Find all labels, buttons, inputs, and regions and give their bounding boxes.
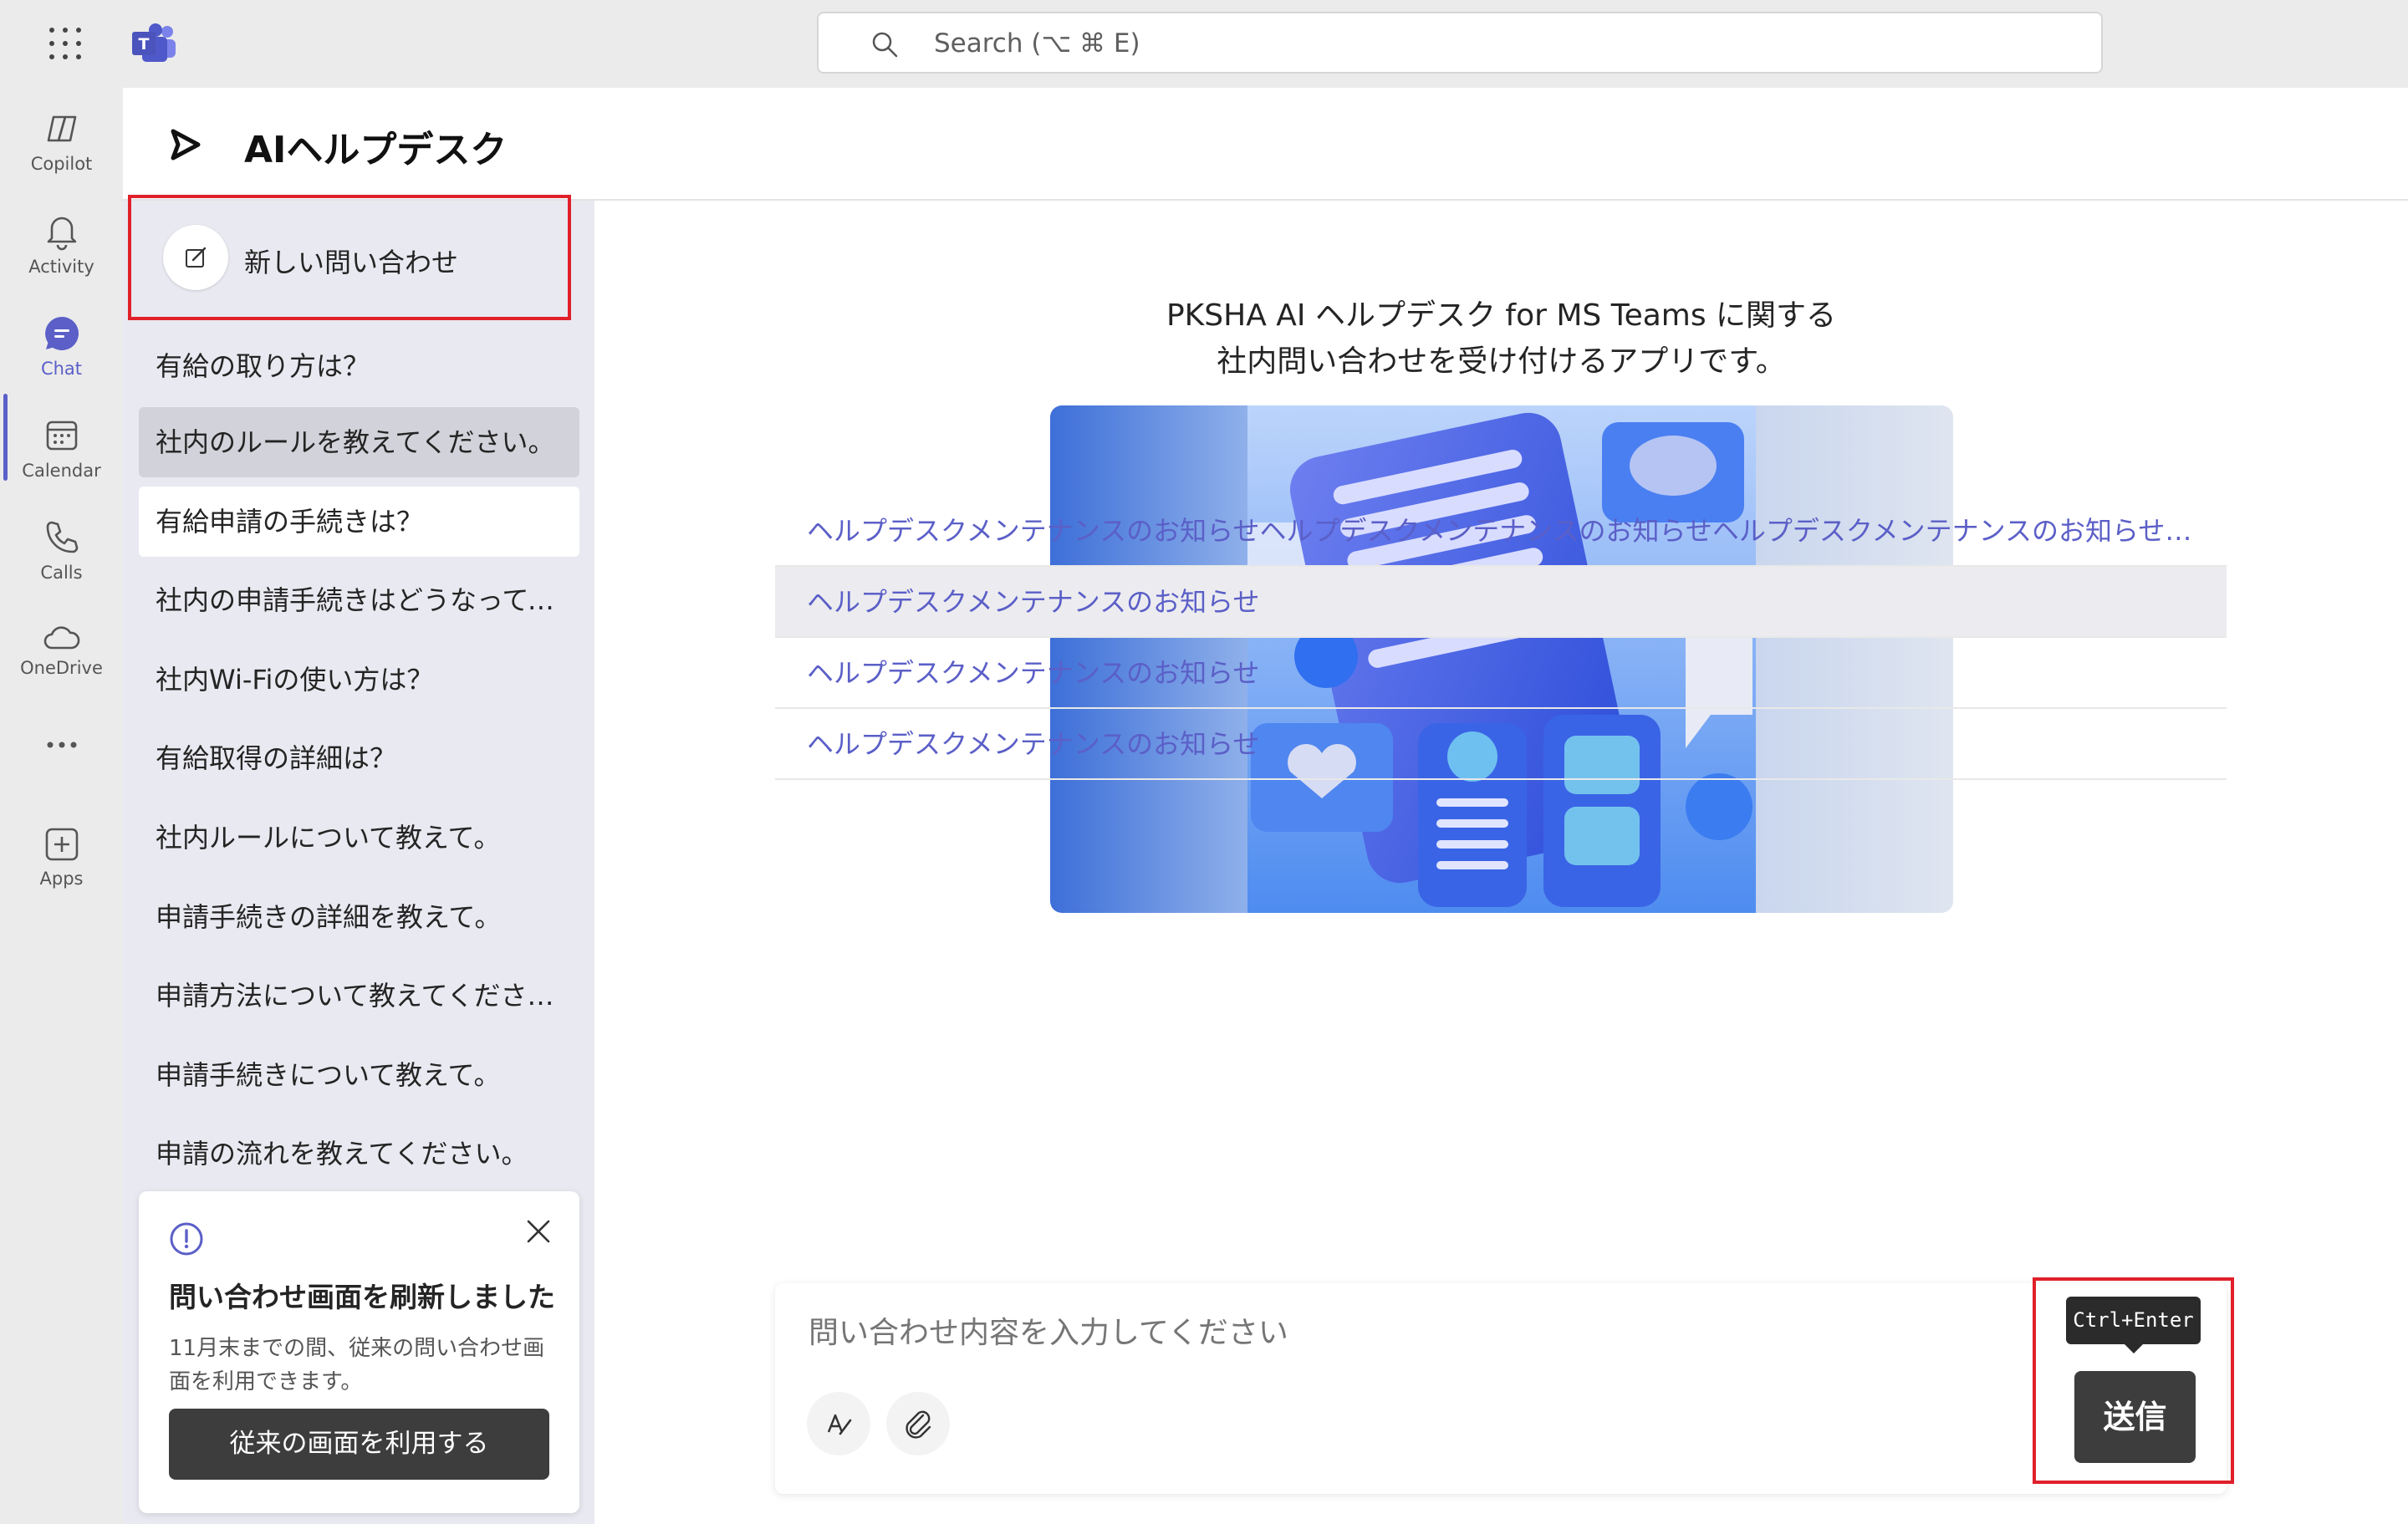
history-item-selected[interactable]: 社内のルールを教えてください。: [139, 407, 579, 477]
rail-item-calls[interactable]: Calls: [0, 517, 123, 609]
notice-body: 11月末までの間、従来の問い合わせ画面を利用できます。: [169, 1336, 545, 1394]
cloud-icon: [43, 626, 79, 650]
history-item[interactable]: 申請方法について教えてください。: [139, 961, 579, 1031]
send-button[interactable]: 送信: [2074, 1371, 2196, 1463]
close-icon[interactable]: [523, 1216, 554, 1246]
rail-item-activity[interactable]: Activity: [0, 210, 123, 302]
rail-label: Calendar: [22, 461, 101, 481]
format-text-icon: [827, 1414, 852, 1435]
announcement-link[interactable]: ヘルプデスクメンテナンスのお知らせ: [775, 567, 2227, 638]
app-header: AIヘルプデスク: [123, 88, 2408, 201]
use-legacy-screen-button[interactable]: 従来の画面を利用する: [169, 1409, 549, 1480]
history-item[interactable]: 社内Wi-Fiの使い方は？: [139, 645, 579, 715]
history-item[interactable]: 申請の流れを教えてください。: [139, 1119, 579, 1189]
copilot-icon: [47, 115, 76, 142]
search-input[interactable]: Search (⌥ ⌘ E): [934, 28, 1140, 59]
message-composer: [775, 1283, 2227, 1494]
notice-title: 問い合わせ画面を刷新しました: [169, 1281, 555, 1313]
format-button[interactable]: [807, 1392, 870, 1455]
history-item[interactable]: 有給申請の手続きは？: [139, 487, 579, 557]
play-logo-icon: [171, 129, 201, 161]
inquiry-input[interactable]: [807, 1315, 1981, 1351]
bell-icon: [47, 217, 76, 251]
tooltip-arrow: [2124, 1343, 2144, 1353]
teams-logo-icon: T: [132, 23, 176, 62]
more-icon: [47, 742, 76, 748]
rail-label: Activity: [28, 257, 94, 277]
attach-button[interactable]: [886, 1392, 950, 1455]
info-icon: [170, 1222, 203, 1256]
main-panel: PKSHA AI ヘルプデスク for MS Teams に関する 社内問い合わ…: [594, 201, 2408, 1524]
search-icon: [872, 32, 898, 58]
top-bar: T Search (⌥ ⌘ E): [0, 0, 2408, 88]
app-title: AIヘルプデスク: [244, 129, 508, 171]
rail-item-calendar[interactable]: Calendar: [0, 415, 123, 507]
add-app-icon: [45, 828, 78, 861]
announcement-link[interactable]: ヘルプデスクメンテナンスのお知らせヘルプデスクメンテナンスのお知らせヘルプデスク…: [775, 496, 2227, 567]
history-item[interactable]: 有給取得の詳細は？: [139, 723, 579, 793]
rail-label: OneDrive: [20, 658, 103, 678]
rail-item-more[interactable]: [0, 740, 123, 773]
history-item[interactable]: 申請手続きの詳細を教えて。: [139, 882, 579, 952]
search-bar[interactable]: Search (⌥ ⌘ E): [817, 12, 2103, 74]
intro-text: PKSHA AI ヘルプデスク for MS Teams に関する 社内問い合わ…: [594, 293, 2408, 385]
inquiry-history-sidebar: 新しい問い合わせ 有給の取り方は？ 社内のルールを教えてください。 有給申請の手…: [123, 195, 594, 1524]
rail-item-chat[interactable]: Chat: [0, 313, 123, 405]
shortcut-tooltip: Ctrl+Enter: [2066, 1297, 2201, 1344]
announcement-link[interactable]: ヘルプデスクメンテナンスのお知らせ: [775, 638, 2227, 709]
app-rail: Copilot Activity Chat Calendar Calls One…: [0, 88, 123, 1524]
history-item[interactable]: 社内ルールについて教えて。: [139, 803, 579, 873]
rail-item-onedrive[interactable]: OneDrive: [0, 623, 123, 715]
compose-icon: [163, 225, 228, 290]
rail-label: Calls: [40, 563, 83, 583]
phone-icon: [46, 521, 78, 553]
intro-line-2: 社内問い合わせを受け付けるアプリです。: [1217, 344, 1786, 379]
rail-item-apps[interactable]: Apps: [0, 825, 123, 917]
svg-text:T: T: [139, 35, 150, 54]
intro-line-1: PKSHA AI ヘルプデスク for MS Teams に関する: [1166, 298, 1837, 333]
history-item[interactable]: 申請手続きについて教えて。: [139, 1040, 579, 1110]
new-inquiry-button[interactable]: 新しい問い合わせ: [163, 225, 548, 290]
rail-item-copilot[interactable]: Copilot: [0, 109, 123, 201]
notice-card: 問い合わせ画面を刷新しました 11月末までの間、従来の問い合わせ画面を利用できま…: [139, 1191, 579, 1513]
chat-icon: [44, 317, 79, 350]
history-item[interactable]: 社内の申請手続きはどうなってますか？: [139, 565, 579, 635]
new-inquiry-label: 新しい問い合わせ: [244, 247, 459, 278]
rail-label: Copilot: [30, 154, 93, 174]
history-item[interactable]: 有給の取り方は？: [139, 331, 579, 401]
announcement-link[interactable]: ヘルプデスクメンテナンスのお知らせ: [775, 709, 2227, 780]
calendar-icon: [46, 421, 77, 451]
paperclip-icon: [906, 1410, 931, 1439]
highlight-frame: 新しい問い合わせ: [128, 195, 571, 320]
rail-label: Apps: [39, 869, 84, 889]
app-launcher-icon[interactable]: [47, 25, 84, 62]
rail-label: Chat: [40, 359, 83, 379]
